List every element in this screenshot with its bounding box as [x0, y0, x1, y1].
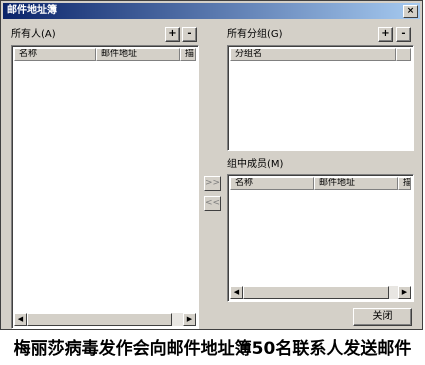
scroll-left-arrow[interactable]: ◀	[14, 313, 27, 326]
column-header-email[interactable]: 邮件地址	[314, 177, 398, 190]
add-group-button[interactable]: +	[378, 27, 393, 42]
all-groups-list[interactable]: 分组名	[227, 45, 414, 151]
column-header-description[interactable]: 描	[180, 48, 196, 61]
column-header-spacer	[396, 48, 411, 61]
column-header-name[interactable]: 名称	[230, 177, 314, 190]
all-people-hscrollbar[interactable]: ◀ ▶	[14, 313, 196, 326]
caption-text: 梅丽莎病毒发作会向邮件地址簿50名联系人发送邮件	[13, 339, 412, 359]
close-button[interactable]: 关闭	[353, 308, 412, 326]
group-members-label: 组中成员(M)	[227, 159, 284, 170]
window-close-button[interactable]: ×	[403, 5, 418, 18]
group-members-hscrollbar[interactable]: ◀ ▶	[230, 286, 411, 299]
scroll-thumb[interactable]	[243, 286, 389, 299]
scroll-left-arrow[interactable]: ◀	[230, 286, 243, 299]
add-person-button[interactable]: +	[165, 27, 180, 42]
column-header-description[interactable]: 描	[398, 177, 411, 190]
all-people-label: 所有人(A)	[11, 29, 56, 40]
group-members-list[interactable]: 名称 邮件地址 描 ◀ ▶	[227, 174, 414, 302]
add-to-group-button[interactable]: >>	[204, 176, 221, 191]
scroll-right-arrow[interactable]: ▶	[183, 313, 196, 326]
remove-from-group-button[interactable]: <<	[204, 196, 221, 211]
address-book-window: 邮件地址簿 × 所有人(A) + - 名称 邮件地址 描 ◀ ▶ 所有分组(G)…	[0, 0, 423, 330]
column-header-name[interactable]: 名称	[14, 48, 96, 61]
scroll-right-arrow[interactable]: ▶	[398, 286, 411, 299]
remove-person-button[interactable]: -	[182, 27, 197, 42]
remove-group-button[interactable]: -	[396, 27, 411, 42]
scroll-thumb[interactable]	[27, 313, 172, 326]
all-groups-label: 所有分组(G)	[227, 29, 283, 40]
all-people-list[interactable]: 名称 邮件地址 描 ◀ ▶	[11, 45, 199, 329]
window-title: 邮件地址簿	[7, 5, 57, 16]
column-header-email[interactable]: 邮件地址	[96, 48, 180, 61]
column-header-group-name[interactable]: 分组名	[230, 48, 396, 61]
title-bar[interactable]: 邮件地址簿 ×	[3, 3, 420, 19]
